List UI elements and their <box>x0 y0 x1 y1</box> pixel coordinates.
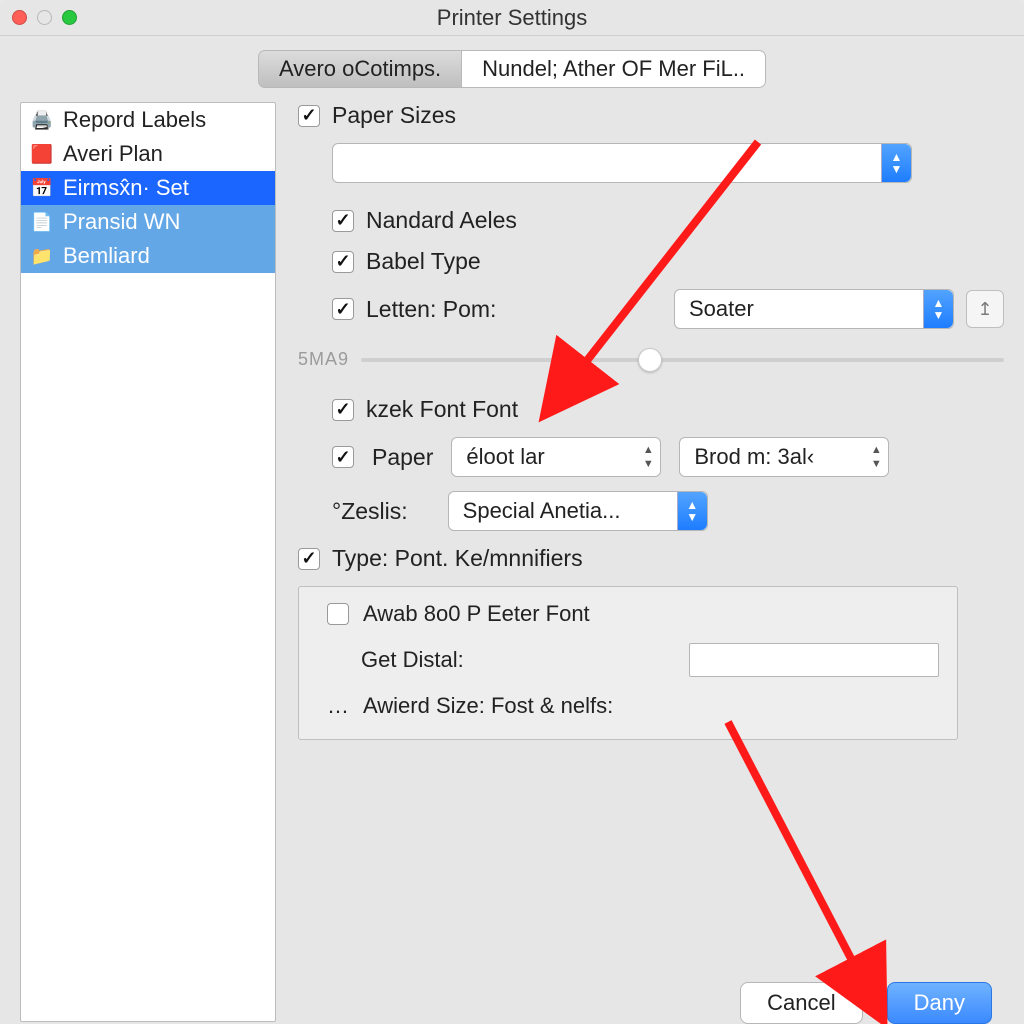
increase-button[interactable]: ↥ <box>966 290 1004 328</box>
cancel-button[interactable]: Cancel <box>740 982 862 1024</box>
nandard-label: Nandard Aeles <box>366 207 517 234</box>
paper2-checkbox[interactable] <box>332 446 354 468</box>
letten-combo[interactable]: Soater ▲▼ <box>674 289 954 329</box>
ok-button[interactable]: Dany <box>887 982 992 1024</box>
doc-icon: 📄 <box>31 211 53 233</box>
combo-value: éloot lar <box>466 444 544 470</box>
slider-row: 5MA9 <box>298 349 1004 370</box>
combo-value: Brod m: 3al‹ <box>694 444 814 470</box>
zoom-icon[interactable] <box>62 10 77 25</box>
type-pont-label: Type: Pont. Ke/mnnifiers <box>332 545 583 572</box>
combo-value: Soater <box>689 296 754 322</box>
ellipsis-icon: … <box>327 693 349 719</box>
arrow-up-icon: ↥ <box>977 299 992 320</box>
paper2-combo1[interactable]: éloot lar ▲▼ <box>451 437 661 477</box>
kzek-row: kzek Font Font <box>332 396 1004 423</box>
chevron-updown-icon: ▲▼ <box>881 144 911 182</box>
zeslis-row: °Zeslis: Special Anetia... ▲▼ <box>332 491 1004 531</box>
babel-label: Babel Type <box>366 248 481 275</box>
sidebar-item-eirms[interactable]: 📅 Eirmsx̂n· Set <box>21 171 275 205</box>
window-title: Printer Settings <box>0 5 1024 31</box>
traffic-lights <box>12 10 77 25</box>
sidebar-item-repord[interactable]: 🖨️ Repord Labels <box>21 103 275 137</box>
awab-row: Awab 8o0 P Eeter Font <box>327 601 939 627</box>
kzek-checkbox[interactable] <box>332 399 354 421</box>
size-slider[interactable] <box>361 358 1004 362</box>
get-distal-row: Get Distal: <box>361 643 939 677</box>
calendar-icon: 📅 <box>31 177 53 199</box>
slider-thumb[interactable] <box>638 348 662 372</box>
zeslis-label: °Zeslis: <box>332 498 408 525</box>
annotation-arrow-2 <box>718 712 878 988</box>
paper2-combo2[interactable]: Brod m: 3al‹ ▲▼ <box>679 437 889 477</box>
paper2-row: Paper éloot lar ▲▼ Brod m: 3al‹ ▲▼ <box>332 437 1004 477</box>
awab-label: Awab 8o0 P Eeter Font <box>363 601 590 627</box>
settings-window: Printer Settings Avero oCotimps. Nundel;… <box>0 0 1024 1024</box>
paper-sizes-label: Paper Sizes <box>332 102 456 129</box>
folder-icon: 📁 <box>31 245 53 267</box>
babel-checkbox[interactable] <box>332 251 354 273</box>
slider-label: 5MA9 <box>298 349 349 370</box>
sidebar-item-label: Repord Labels <box>63 107 206 133</box>
window-body: 🖨️ Repord Labels 🟥 Averi Plan 📅 Eirmsx̂n… <box>0 88 1024 1022</box>
chevron-updown-icon: ▲▼ <box>923 290 953 328</box>
letten-row: Letten: Pom: Soater ▲▼ ↥ <box>332 289 1004 329</box>
get-distal-label: Get Distal: <box>361 647 464 673</box>
zeslis-combo[interactable]: Special Anetia... ▲▼ <box>448 491 708 531</box>
sidebar-item-label: Averi Plan <box>63 141 163 167</box>
paper-sizes-combo[interactable]: ▲▼ <box>332 143 912 183</box>
sidebar-item-pransid[interactable]: 📄 Pransid WN <box>21 205 275 239</box>
paper-sizes-row: Paper Sizes <box>298 102 1004 129</box>
titlebar: Printer Settings <box>0 0 1024 36</box>
type-pont-checkbox[interactable] <box>298 548 320 570</box>
printer-icon: 🖨️ <box>31 109 53 131</box>
tab-avero[interactable]: Avero oCotimps. <box>258 50 461 88</box>
minimize-icon[interactable] <box>37 10 52 25</box>
nandard-checkbox[interactable] <box>332 210 354 232</box>
awierd-row: … Awierd Size: Fost & nelfs: <box>327 693 939 719</box>
babel-row: Babel Type <box>332 248 1004 275</box>
sidebar-item-label: Bemliard <box>63 243 150 269</box>
chevron-updown-icon: ▲▼ <box>864 438 888 476</box>
type-pont-row: Type: Pont. Ke/mnnifiers <box>298 545 1004 572</box>
get-distal-input[interactable] <box>689 643 939 677</box>
main-panel: Paper Sizes ▲▼ Nandard Aeles Babel Type <box>298 102 1004 1022</box>
sidebar-item-label: Pransid WN <box>63 209 180 235</box>
chevron-updown-icon: ▲▼ <box>677 492 707 530</box>
awab-checkbox[interactable] <box>327 603 349 625</box>
letten-checkbox[interactable] <box>332 298 354 320</box>
paper-sizes-checkbox[interactable] <box>298 105 320 127</box>
sidebar-item-label: Eirmsx̂n· Set <box>63 175 189 201</box>
sidebar-item-averi[interactable]: 🟥 Averi Plan <box>21 137 275 171</box>
awierd-label: Awierd Size: Fost & nelfs: <box>363 693 613 719</box>
type-pont-groupbox: Awab 8o0 P Eeter Font Get Distal: … Awie… <box>298 586 958 740</box>
sidebar: 🖨️ Repord Labels 🟥 Averi Plan 📅 Eirmsx̂n… <box>20 102 276 1022</box>
tab-bar: Avero oCotimps. Nundel; Ather OF Mer FiL… <box>0 36 1024 88</box>
paper2-label: Paper <box>372 444 433 471</box>
app-icon: 🟥 <box>31 143 53 165</box>
letten-label: Letten: Pom: <box>366 296 496 323</box>
combo-value: Special Anetia... <box>463 498 621 524</box>
nandard-row: Nandard Aeles <box>332 207 1004 234</box>
sidebar-item-bemliard[interactable]: 📁 Bemliard <box>21 239 275 273</box>
dialog-buttons: Cancel Dany <box>740 982 992 1024</box>
kzek-label: kzek Font Font <box>366 396 518 423</box>
chevron-updown-icon: ▲▼ <box>636 438 660 476</box>
paper-sizes-combo-row: ▲▼ <box>332 143 1004 183</box>
tab-nundel[interactable]: Nundel; Ather OF Mer FiL.. <box>461 50 766 88</box>
close-icon[interactable] <box>12 10 27 25</box>
